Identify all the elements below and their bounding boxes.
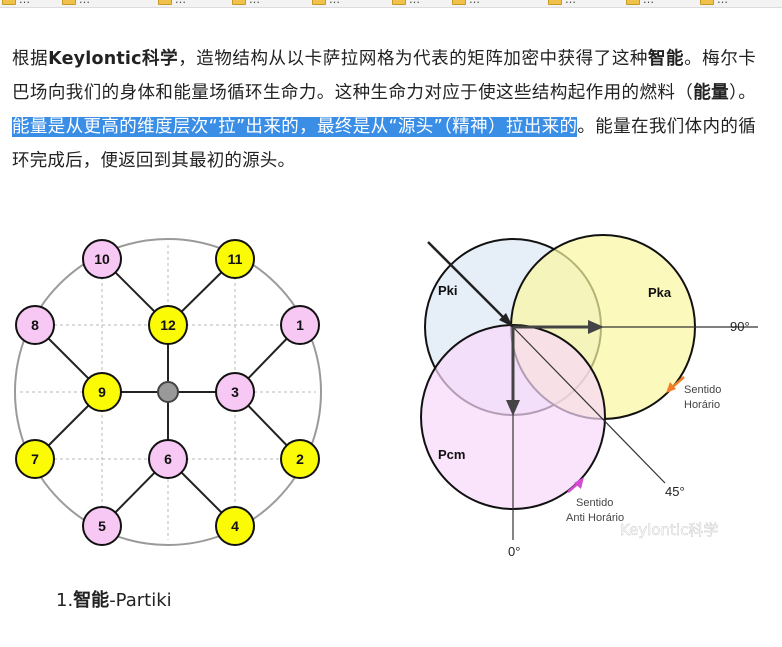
- grid-node-label: 1: [296, 317, 304, 333]
- grid-node-label: 10: [94, 251, 110, 267]
- clockwise-label: Horário: [684, 399, 720, 411]
- grid-node-label: 9: [98, 384, 106, 400]
- bookmark-item[interactable]: …: [312, 0, 340, 6]
- figure-caption: 1.智能-Partiki: [56, 586, 172, 612]
- pcm-label: Pcm: [438, 447, 465, 462]
- deg0-label: 0°: [508, 544, 520, 559]
- grid-node-label: 11: [228, 251, 243, 267]
- bookmark-item[interactable]: …: [62, 0, 90, 6]
- folder-icon: [452, 0, 466, 5]
- deg45-label: 45°: [665, 484, 685, 499]
- bookmark-item[interactable]: …: [392, 0, 420, 6]
- bookmark-item[interactable]: …: [452, 0, 480, 6]
- grid-node-label: 6: [164, 451, 172, 467]
- text-segment: ，造物结构从以卡萨拉网格为代表的矩阵加密中获得了这种: [178, 49, 648, 69]
- caption-bold: 智能: [73, 590, 110, 611]
- clockwise-label: Sentido: [684, 384, 721, 396]
- diagram-image: 10 11 8 12 1 9 3 7 6 2 5 4 Pki Pka Pcm 90° 45° 0° S…: [14, 234, 758, 559]
- grid-node-label: 7: [31, 451, 39, 467]
- counterclockwise-label: Sentido: [576, 497, 613, 509]
- caption-number: 1.: [56, 590, 74, 611]
- folder-icon: [626, 0, 640, 5]
- text-segment: ）。: [729, 83, 756, 103]
- kathara-grid: [14, 238, 322, 546]
- center-node: [157, 381, 179, 403]
- watermark-text: Keylontic科学: [620, 521, 718, 539]
- grid-node-label: 5: [98, 518, 106, 534]
- deg90-label: 90°: [730, 319, 750, 334]
- vector-diagram: Pki Pka Pcm 90° 45° 0° Sentido Horário S…: [420, 234, 758, 559]
- grid-node-label: 8: [31, 317, 39, 333]
- bookmark-item[interactable]: …: [548, 0, 576, 6]
- watermark: Keylontic科学: [589, 521, 719, 542]
- folder-icon: [232, 0, 246, 5]
- grid-node-label: 12: [160, 317, 176, 333]
- folder-icon: [2, 0, 16, 5]
- bookmark-item[interactable]: …: [626, 0, 654, 6]
- bold-term: 智能: [647, 49, 685, 69]
- folder-icon: [62, 0, 76, 5]
- bold-term: 能量: [693, 83, 730, 103]
- pki-label: Pki: [438, 283, 458, 298]
- counterclockwise-label: Anti Horário: [566, 512, 624, 524]
- brand-name: Keylontic科学: [48, 49, 179, 69]
- grid-node-label: 2: [296, 451, 304, 467]
- bookmark-item[interactable]: …: [232, 0, 260, 6]
- folder-icon: [158, 0, 172, 5]
- bookmark-item[interactable]: …: [158, 0, 186, 6]
- folder-icon: [312, 0, 326, 5]
- selected-text[interactable]: 能量是从更高的维度层次“拉”出来的，最终是从“源头”（精神）拉出来的: [12, 117, 578, 137]
- article-paragraph: 根据Keylontic科学，造物结构从以卡萨拉网格为代表的矩阵加密中获得了这种智…: [12, 42, 756, 178]
- bookmark-item[interactable]: …: [2, 0, 30, 6]
- text-segment: 根据: [12, 49, 49, 69]
- folder-icon: [392, 0, 406, 5]
- grid-node-label: 4: [231, 518, 239, 534]
- caption-rest: -Partiki: [109, 590, 172, 611]
- folder-icon: [700, 0, 714, 5]
- bookmark-item[interactable]: …: [700, 0, 728, 6]
- grid-node-label: 3: [231, 384, 239, 400]
- pka-label: Pka: [648, 285, 672, 300]
- folder-icon: [548, 0, 562, 5]
- bookmarks-bar: … … … … … … … … … …: [0, 0, 782, 8]
